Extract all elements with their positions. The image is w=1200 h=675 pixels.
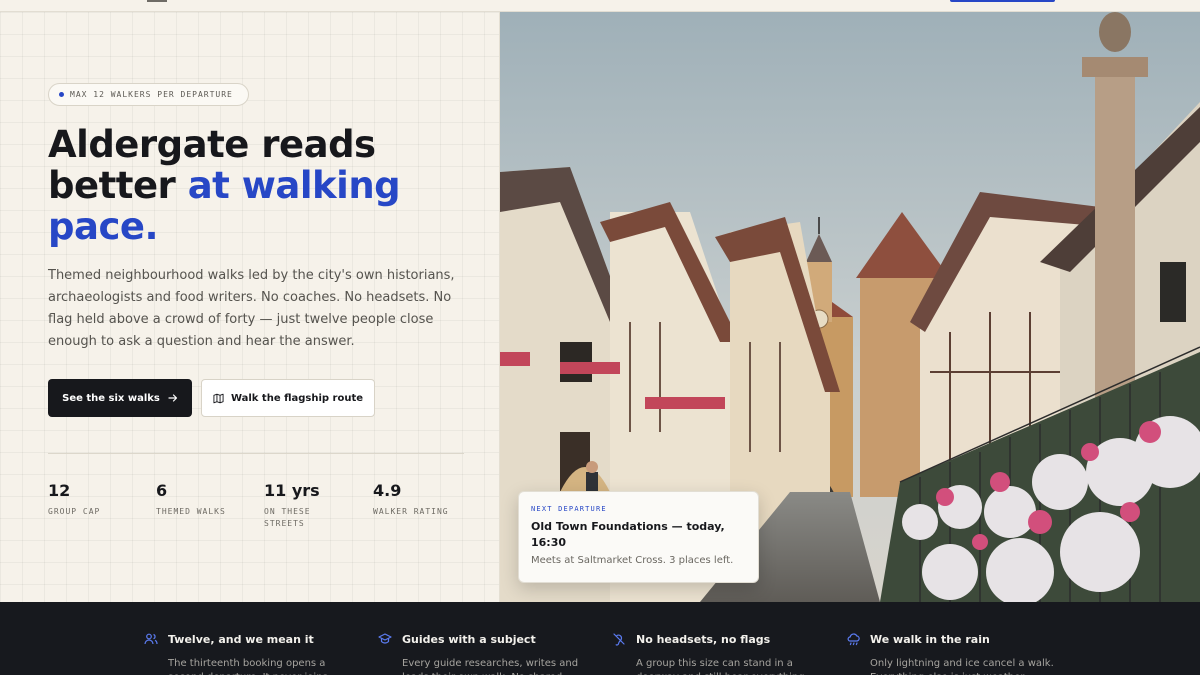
badge-label: MAX 12 WALKERS PER DEPARTURE <box>70 90 233 99</box>
badge-dot-icon <box>59 92 64 97</box>
stat-rating: 4.9 WALKER RATING <box>373 481 473 518</box>
feature-guides: Guides with a subject Every guide resear… <box>378 632 588 675</box>
features-strip: Twelve, and we mean it The thirteenth bo… <box>0 602 1200 675</box>
headset-off-icon <box>613 633 625 646</box>
map-icon <box>213 393 224 403</box>
nav-cta-button[interactable] <box>950 0 1055 2</box>
feature-title: We walk in the rain <box>870 632 990 646</box>
next-departure-meta: Meets at Saltmarket Cross. 3 places left… <box>531 555 734 566</box>
page-title: Aldergate reads better at walking pace. <box>48 124 478 247</box>
see-walks-label: See the six walks <box>62 392 160 404</box>
group-size-badge: MAX 12 WALKERS PER DEPARTURE <box>48 83 249 106</box>
stat-value: 12 <box>48 481 71 500</box>
cloud-rain-icon <box>847 633 860 646</box>
stat-value: 11 yrs <box>264 481 320 500</box>
next-departure-card[interactable]: NEXT DEPARTURE Old Town Foundations — to… <box>518 491 759 583</box>
stat-label: WALKER RATING <box>373 507 449 516</box>
feature-no-headsets: No headsets, no flags A group this size … <box>612 632 822 675</box>
stat-value: 6 <box>156 481 168 500</box>
see-walks-button[interactable]: See the six walks <box>48 379 192 417</box>
stat-years: 11 yrs ON THESE STREETS <box>264 481 344 530</box>
feature-rain: We walk in the rain Only lightning and i… <box>846 632 1056 675</box>
stat-label: GROUP CAP <box>48 507 101 516</box>
feature-body: A group this size can stand in a doorway… <box>636 658 808 675</box>
feature-body: Every guide researches, writes and leads… <box>402 658 579 675</box>
stat-value: 4.9 <box>373 481 402 500</box>
flagship-route-button[interactable]: Walk the flagship route <box>201 379 375 417</box>
feature-title: Guides with a subject <box>402 632 536 646</box>
feature-body: Only lightning and ice cancel a walk. Ev… <box>870 658 1054 675</box>
next-departure-title: Old Town Foundations — today, 16:30 <box>531 520 725 549</box>
hero-description: Themed neighbourhood walks led by the ci… <box>48 268 455 349</box>
stat-label: THEMED WALKS <box>156 507 226 516</box>
feature-body: The thirteenth booking opens a second de… <box>168 658 328 675</box>
flagship-route-label: Walk the flagship route <box>230 392 364 404</box>
stat-label: ON THESE STREETS <box>264 507 311 528</box>
logo[interactable] <box>147 0 167 2</box>
feature-head: No headsets, no flags <box>612 632 822 646</box>
feature-head: We walk in the rain <box>846 632 1056 646</box>
graduation-cap-icon <box>378 633 392 644</box>
feature-group-size: Twelve, and we mean it The thirteenth bo… <box>144 632 354 675</box>
feature-head: Twelve, and we mean it <box>144 632 354 646</box>
hero-panel: MAX 12 WALKERS PER DEPARTURE Aldergate r… <box>0 12 500 602</box>
arrow-right-icon <box>168 394 177 402</box>
stats-divider <box>48 453 464 454</box>
top-nav-bar <box>0 0 1200 12</box>
feature-title: No headsets, no flags <box>636 632 771 646</box>
stat-group-cap: 12 GROUP CAP <box>48 481 148 518</box>
stat-themed-walks: 6 THEMED WALKS <box>156 481 256 518</box>
users-icon <box>144 633 158 645</box>
feature-head: Guides with a subject <box>378 632 588 646</box>
next-departure-tag: NEXT DEPARTURE <box>531 505 607 513</box>
feature-title: Twelve, and we mean it <box>168 632 314 646</box>
